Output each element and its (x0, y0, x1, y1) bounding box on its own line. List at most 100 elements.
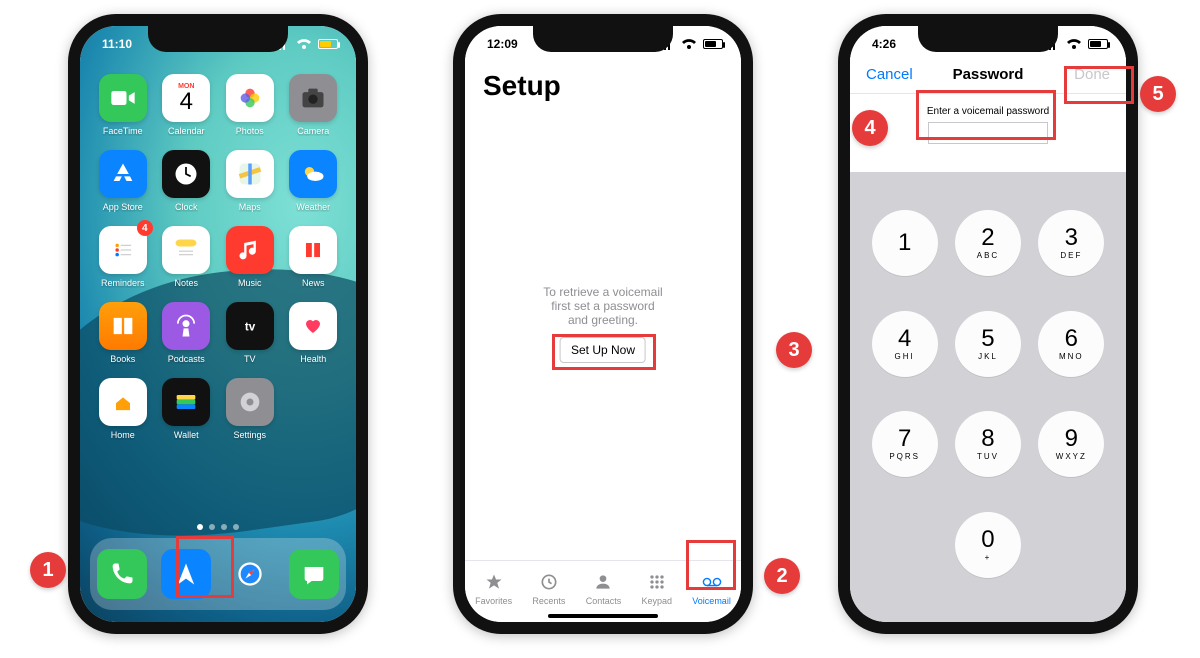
callout-5-box (1064, 66, 1134, 104)
cancel-button[interactable]: Cancel (866, 66, 913, 83)
key-number: 3 (1065, 226, 1078, 250)
tab-label: Voicemail (692, 596, 731, 606)
tab-label: Keypad (642, 596, 673, 606)
app-label: App Store (103, 202, 143, 212)
dock-phone[interactable] (97, 549, 147, 599)
keypad-key-7[interactable]: 7PQRS (872, 411, 938, 477)
battery-icon (318, 39, 338, 49)
appstore-icon (99, 150, 147, 198)
calendar-icon: MON4 (162, 74, 210, 122)
tab-keypad[interactable]: Keypad (642, 572, 673, 606)
keypad-key-5[interactable]: 5JKL (955, 311, 1021, 377)
clock-icon (162, 150, 210, 198)
svg-text:tv: tv (245, 321, 256, 334)
app-label: Books (110, 354, 135, 364)
app-books[interactable]: Books (94, 302, 152, 364)
keypad-key-1[interactable]: 1 (872, 210, 938, 276)
health-icon (289, 302, 337, 350)
app-label: Maps (239, 202, 261, 212)
numeric-keypad: 1 2ABC 3DEF 4GHI 5JKL 6MNO 7PQRS 8TUV 9WXYZ 0+ (850, 202, 1126, 612)
keypad-key-4[interactable]: 4GHI (872, 311, 938, 377)
app-grid: FaceTime MON4Calendar Photos Camera App Stor… (80, 74, 356, 440)
app-reminders[interactable]: 4Reminders (94, 226, 152, 288)
keypad-key-2[interactable]: 2ABC (955, 210, 1021, 276)
app-music[interactable]: Music (221, 226, 279, 288)
tab-label: Contacts (586, 596, 622, 606)
key-letters: + (985, 553, 992, 562)
keypad-key-6[interactable]: 6MNO (1038, 311, 1104, 377)
tab-contacts[interactable]: Contacts (586, 572, 622, 606)
app-app-store[interactable]: App Store (94, 150, 152, 212)
app-label: Notes (174, 278, 198, 288)
app-label: Camera (297, 126, 329, 136)
keypad-key-3[interactable]: 3DEF (1038, 210, 1104, 276)
tv-icon: tv (226, 302, 274, 350)
tab-favorites[interactable]: Favorites (475, 572, 512, 606)
setup-screen: 12:09 Setup To retrieve a voicemail firs… (465, 26, 741, 622)
app-label: Photos (236, 126, 264, 136)
keypad-key-8[interactable]: 8TUV (955, 411, 1021, 477)
notch (148, 26, 288, 52)
app-label: Clock (175, 202, 198, 212)
setup-message-2: first set a password (493, 299, 714, 313)
app-label: Health (300, 354, 326, 364)
app-clock[interactable]: Clock (158, 150, 216, 212)
app-health[interactable]: Health (285, 302, 343, 364)
key-number: 5 (981, 327, 994, 351)
app-home[interactable]: Home (94, 378, 152, 440)
app-podcasts[interactable]: Podcasts (158, 302, 216, 364)
app-photos[interactable]: Photos (221, 74, 279, 136)
home-screen: 11:10 FaceTime MON4Calendar Photos Camera Ap… (80, 26, 356, 622)
app-camera[interactable]: Camera (285, 74, 343, 136)
callout-2-box (686, 540, 736, 590)
key-number: 7 (898, 427, 911, 451)
setup-message-1: To retrieve a voicemail (493, 285, 714, 299)
wallet-icon (162, 378, 210, 426)
key-letters: ABC (977, 251, 999, 260)
app-label: FaceTime (103, 126, 143, 136)
app-facetime[interactable]: FaceTime (94, 74, 152, 136)
podcasts-icon (162, 302, 210, 350)
setup-title: Setup (483, 70, 561, 102)
tutorial-stage: 11:10 FaceTime MON4Calendar Photos Camera Ap… (0, 0, 1200, 658)
key-number: 8 (981, 427, 994, 451)
key-letters: GHI (895, 352, 915, 361)
notes-icon (162, 226, 210, 274)
app-calendar[interactable]: MON4Calendar (158, 74, 216, 136)
key-number: 0 (981, 528, 994, 552)
tab-recents[interactable]: Recents (532, 572, 565, 606)
key-letters: JKL (978, 352, 998, 361)
keypad-key-0[interactable]: 0+ (955, 512, 1021, 578)
app-notes[interactable]: Notes (158, 226, 216, 288)
tab-label: Recents (532, 596, 565, 606)
weather-icon (289, 150, 337, 198)
app-weather[interactable]: Weather (285, 150, 343, 212)
app-wallet[interactable]: Wallet (158, 378, 216, 440)
callout-1: 1 (30, 552, 66, 588)
app-tv[interactable]: tvTV (221, 302, 279, 364)
app-maps[interactable]: Maps (221, 150, 279, 212)
keypad-key-9[interactable]: 9WXYZ (1038, 411, 1104, 477)
news-icon (289, 226, 337, 274)
photos-icon (226, 74, 274, 122)
wifi-icon (1064, 34, 1084, 54)
key-letters: MNO (1059, 352, 1084, 361)
app-label: News (302, 278, 325, 288)
page-indicator (80, 524, 356, 530)
star-icon (484, 572, 504, 594)
key-letters: DEF (1060, 251, 1082, 260)
app-label: Settings (233, 430, 266, 440)
callout-3-box (552, 334, 656, 370)
callout-5: 5 (1140, 76, 1176, 112)
app-label: Home (111, 430, 135, 440)
status-time: 12:09 (487, 37, 518, 51)
status-time: 11:10 (102, 37, 132, 51)
app-news[interactable]: News (285, 226, 343, 288)
battery-icon (703, 39, 723, 49)
app-settings[interactable]: Settings (221, 378, 279, 440)
camera-icon (289, 74, 337, 122)
app-label: Wallet (174, 430, 199, 440)
dock-messages[interactable] (289, 549, 339, 599)
app-label: Music (238, 278, 262, 288)
wifi-icon (679, 34, 699, 54)
